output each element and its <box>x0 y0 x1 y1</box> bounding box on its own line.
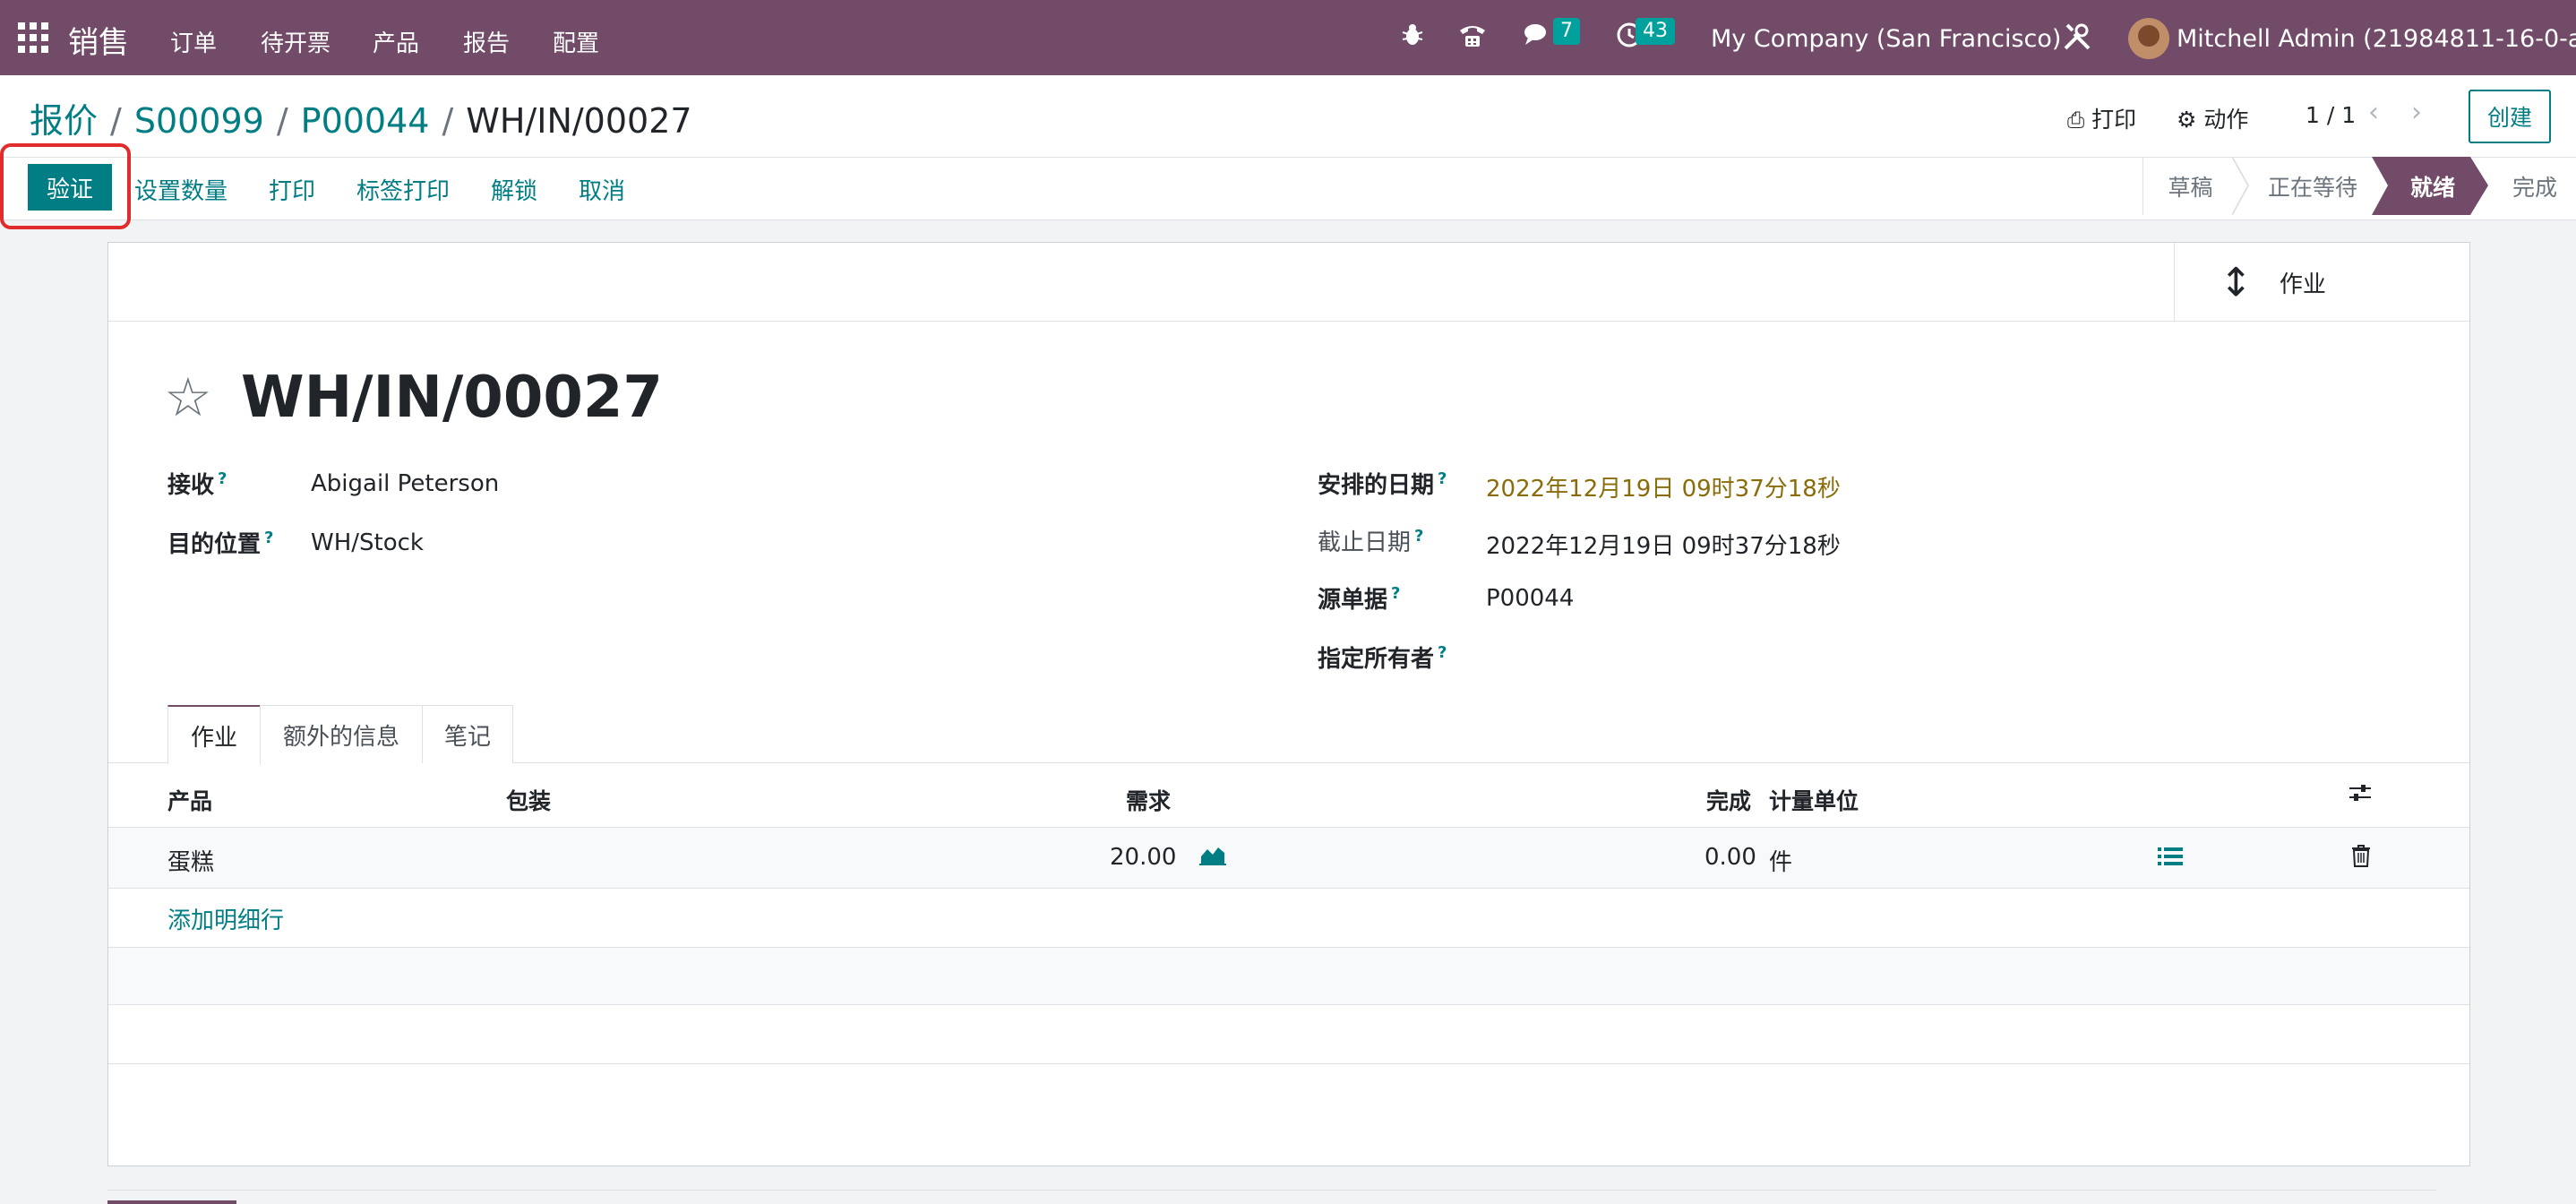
menu-orders[interactable]: 订单 <box>170 25 217 58</box>
help-icon[interactable]: ? <box>1391 584 1400 603</box>
operations-smart-button-label: 作业 <box>2279 271 2326 298</box>
menu-reporting[interactable]: 报告 <box>463 25 510 58</box>
print-menu-label: 打印 <box>2091 107 2137 133</box>
pager-value[interactable]: 1 / 1 <box>2306 102 2356 128</box>
menu-to-invoice[interactable]: 待开票 <box>261 25 331 58</box>
operations-smart-button[interactable]: ↕ 作业 <box>2174 243 2469 322</box>
user-menu[interactable]: Mitchell Admin (21984811-16-0-all) <box>2177 25 2576 53</box>
source-document-field[interactable]: P00044 <box>1486 585 1574 612</box>
help-icon[interactable]: ? <box>1414 527 1423 546</box>
optional-columns-icon[interactable] <box>2348 782 2373 809</box>
messages-badge: 7 <box>1553 18 1580 45</box>
source-document-label: 源单据? <box>1318 584 1401 614</box>
breadcrumb-purchase-order[interactable]: P00044 <box>301 101 430 141</box>
apps-menu-icon[interactable] <box>18 22 48 53</box>
empty-row <box>108 1004 2469 1063</box>
debug-bug-icon[interactable] <box>1401 22 1424 56</box>
activities-badge: 43 <box>1636 18 1675 45</box>
chat-icon[interactable] <box>1523 22 1553 56</box>
table-bottom-border <box>108 1063 2469 1064</box>
scheduled-date-label: 安排的日期? <box>1318 469 1447 499</box>
empty-row <box>108 947 2469 1004</box>
destination-field[interactable]: WH/Stock <box>311 529 424 556</box>
status-done[interactable]: 完成 <box>2494 157 2576 215</box>
record-title: WH/IN/00027 <box>241 365 663 431</box>
delete-trash-icon[interactable] <box>2351 844 2371 873</box>
breadcrumb: 报价 / S00099/P00044/WH/IN/00027 <box>30 101 692 141</box>
unlock-button[interactable]: 解锁 <box>491 173 537 206</box>
row-product[interactable]: 蛋糕 <box>167 844 214 877</box>
deadline-label: 截止日期? <box>1318 527 1424 556</box>
star-icon[interactable]: ☆ <box>164 366 212 429</box>
pager-next-icon[interactable]: › <box>2411 97 2422 128</box>
menu-products[interactable]: 产品 <box>373 25 419 58</box>
action-menu-label: 动作 <box>2203 107 2249 133</box>
form-sheet: ↕ 作业 ☆ WH/IN/00027 接收? Abigail Peterson … <box>107 242 2470 1166</box>
tab-operations[interactable]: 作业 <box>167 705 261 764</box>
status-draft[interactable]: 草稿 <box>2142 157 2237 215</box>
column-demand[interactable]: 需求 <box>1126 784 1171 816</box>
set-quantities-button[interactable]: 设置数量 <box>134 173 228 206</box>
chatter-active-tab-indicator <box>107 1200 236 1204</box>
column-done[interactable]: 完成 <box>1706 784 1751 816</box>
pager-previous-icon[interactable]: ‹ <box>2368 97 2379 128</box>
tab-additional-info[interactable]: 额外的信息 <box>260 705 423 763</box>
status-ready[interactable]: 就绪 <box>2388 157 2477 215</box>
receive-from-field[interactable]: Abigail Peterson <box>311 470 499 497</box>
column-product[interactable]: 产品 <box>167 784 212 816</box>
print-menu-button[interactable]: ⎙ 打印 <box>2067 102 2136 134</box>
destination-label: 目的位置? <box>167 529 274 558</box>
scheduled-date-field[interactable]: 2022年12月19日 09时37分18秒 <box>1486 470 1841 503</box>
validate-button[interactable]: 验证 <box>28 164 112 211</box>
receive-from-label: 接收? <box>167 469 228 499</box>
breadcrumb-quotations[interactable]: 报价 <box>30 101 98 141</box>
menu-configuration[interactable]: 配置 <box>553 25 599 58</box>
row-uom[interactable]: 件 <box>1769 844 1792 877</box>
printer-icon: ⎙ <box>2067 108 2085 133</box>
button-box: ↕ 作业 <box>108 243 2469 322</box>
print-button[interactable]: 打印 <box>269 173 315 206</box>
tools-icon[interactable] <box>2062 22 2092 59</box>
create-button[interactable]: 创建 <box>2469 90 2551 143</box>
assign-owner-label: 指定所有者? <box>1318 643 1447 673</box>
help-icon[interactable]: ? <box>1438 469 1447 488</box>
breadcrumb-sale-order[interactable]: S00099 <box>134 101 264 141</box>
details-list-icon[interactable] <box>2158 846 2183 873</box>
cancel-button[interactable]: 取消 <box>579 173 625 206</box>
breadcrumb-current: WH/IN/00027 <box>466 101 692 141</box>
action-menu-button[interactable]: ⚙ 动作 <box>2177 102 2248 134</box>
row-done[interactable]: 0.00 <box>1704 844 1756 871</box>
add-line-row <box>108 888 2469 947</box>
column-uom[interactable]: 计量单位 <box>1769 784 1859 816</box>
help-icon[interactable]: ? <box>218 469 227 488</box>
column-packaging[interactable]: 包装 <box>506 784 551 816</box>
deadline-field: 2022年12月19日 09时37分18秒 <box>1486 533 1841 560</box>
phone-icon[interactable] <box>1458 22 1487 56</box>
status-waiting[interactable]: 正在等待 <box>2237 157 2388 215</box>
top-navbar: 销售 订单 待开票 产品 报告 配置 7 43 My Company (San … <box>0 0 2576 75</box>
help-icon[interactable]: ? <box>264 529 273 547</box>
tab-notes[interactable]: 笔记 <box>422 705 513 763</box>
forecast-chart-icon[interactable] <box>1199 844 1226 872</box>
help-icon[interactable]: ? <box>1438 643 1447 662</box>
app-name[interactable]: 销售 <box>68 18 129 62</box>
chatter-divider <box>107 1190 2436 1204</box>
add-line-link[interactable]: 添加明细行 <box>167 902 284 935</box>
row-demand: 20.00 <box>1110 844 1177 871</box>
user-avatar[interactable] <box>2128 18 2169 59</box>
label-print-button[interactable]: 标签打印 <box>356 173 450 206</box>
gear-icon: ⚙ <box>2177 107 2197 133</box>
table-row[interactable]: 蛋糕 20.00 0.00 件 <box>108 827 2469 888</box>
company-switcher[interactable]: My Company (San Francisco) <box>1711 25 2061 53</box>
vertical-arrows-icon: ↕ <box>2220 259 2253 305</box>
